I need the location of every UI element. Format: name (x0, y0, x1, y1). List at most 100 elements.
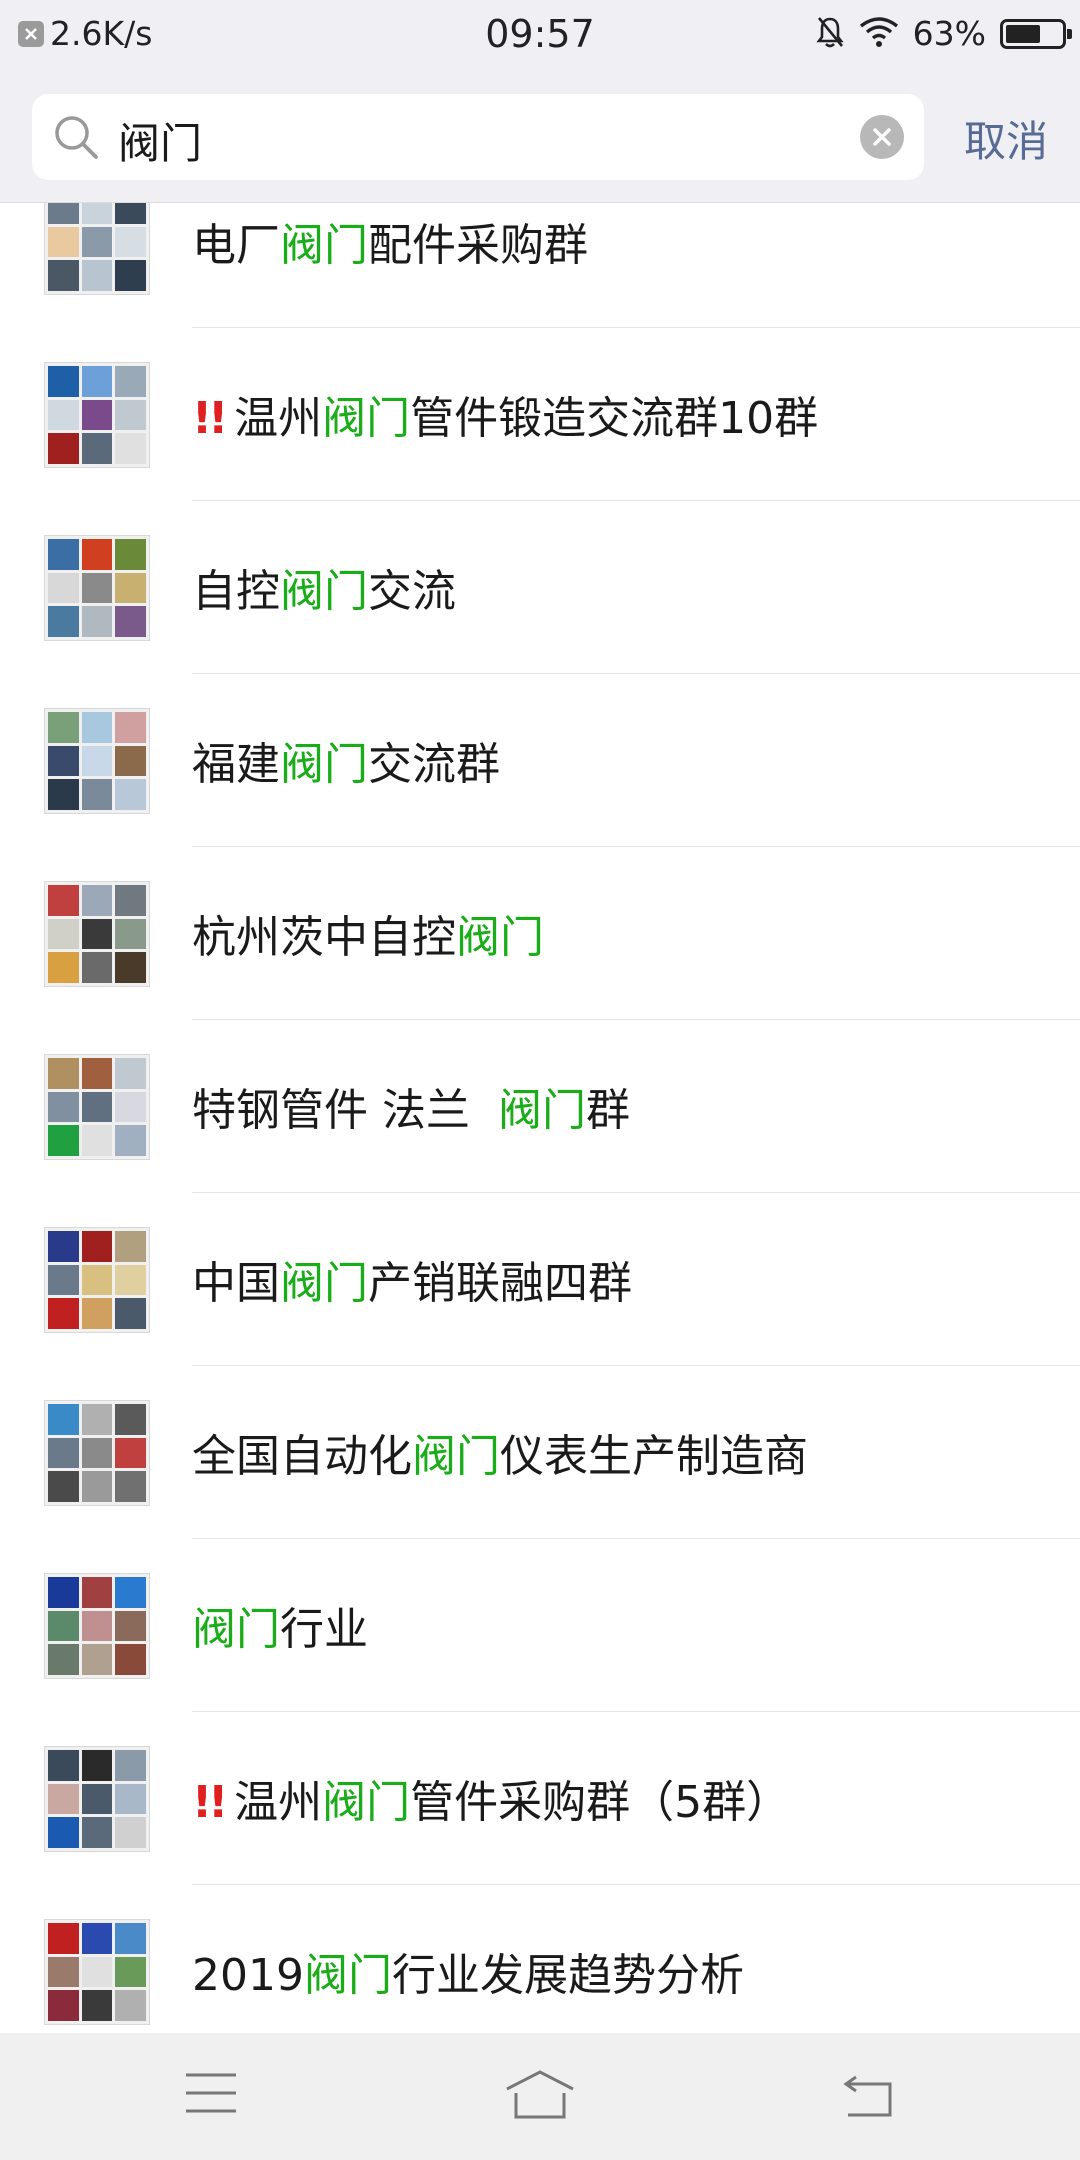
search-input[interactable]: 阀门 (32, 94, 924, 180)
result-title: 2019阀门行业发展趋势分析 (192, 1939, 744, 2003)
avatar-tile (115, 952, 146, 983)
home-icon[interactable] (504, 2069, 576, 2125)
group-avatar (44, 362, 150, 468)
battery-icon (1000, 18, 1072, 49)
avatar-tile (48, 606, 79, 637)
avatar-tile (48, 952, 79, 983)
title-text: 特钢管件 法兰 (192, 1085, 498, 1136)
title-text: 温州 (234, 393, 323, 444)
result-item[interactable]: 电厂阀门配件采购群 (0, 203, 1080, 328)
avatar-tile (115, 399, 146, 431)
avatar-tile (81, 1231, 113, 1262)
cancel-button[interactable]: 取消 (964, 108, 1048, 169)
back-icon[interactable] (842, 2069, 894, 2123)
title-text: 行业发展趋势分析 (391, 1950, 744, 2001)
avatar-tile (115, 226, 146, 258)
result-item[interactable]: !! 温州阀门管件采购群（5群） (0, 1712, 1080, 1885)
avatar-tile (48, 203, 79, 224)
title-text: 杭州茨中自控 (192, 912, 456, 963)
highlighted-keyword: 阀门 (497, 1085, 586, 1136)
avatar-tile (48, 226, 79, 258)
result-title: 福建阀门交流群 (192, 728, 500, 792)
result-item[interactable]: 福建阀门交流群 (0, 674, 1080, 847)
avatar-tile (81, 260, 113, 291)
avatar-tile (48, 539, 79, 570)
avatar-tile (81, 539, 113, 570)
group-avatar (44, 1054, 150, 1160)
avatar-tile (115, 1231, 146, 1262)
avatar-tile (115, 1437, 146, 1469)
result-item[interactable]: 2019阀门行业发展趋势分析 (0, 1885, 1080, 2033)
clear-icon[interactable] (860, 115, 904, 159)
highlighted-keyword: 阀门 (456, 912, 544, 963)
result-title: 全国自动化阀门仪表生产制造商 (192, 1420, 808, 1484)
highlighted-keyword: 阀门 (303, 1950, 392, 2001)
result-title: 阀门行业 (192, 1593, 368, 1657)
avatar-tile (115, 539, 146, 570)
avatar-tile (81, 1817, 113, 1848)
avatar-tile (48, 572, 79, 604)
title-text: 仪表生产制造商 (500, 1431, 808, 1482)
title-text: 自控 (192, 566, 280, 617)
avatar-tile (48, 1923, 79, 1954)
result-title: 电厂阀门配件采购群 (192, 209, 588, 273)
group-avatar (44, 1919, 150, 2025)
result-item[interactable]: 杭州茨中自控阀门 (0, 847, 1080, 1020)
results-list: 电厂阀门配件采购群 !! 温州阀门管件锻造交流群10群自控阀门交流 福建阀门交流群杭州… (0, 203, 1080, 2033)
avatar-tile (115, 1058, 146, 1089)
highlighted-keyword: 阀门 (280, 1258, 368, 1309)
group-avatar (44, 708, 150, 814)
result-item[interactable]: !! 温州阀门管件锻造交流群10群 (0, 328, 1080, 501)
group-avatar (44, 1400, 150, 1506)
title-text: 产销联融四群 (368, 1258, 632, 1309)
title-text: 行业 (280, 1604, 368, 1655)
avatar-tile (48, 1990, 79, 2021)
avatar-tile (48, 1231, 79, 1262)
result-item[interactable]: 特钢管件 法兰 阀门群 (0, 1020, 1080, 1193)
avatar-tile (81, 1091, 113, 1123)
avatar-tile (115, 1956, 146, 1988)
title-text: 管件采购群（5群） (410, 1777, 791, 1828)
avatar-tile (115, 1264, 146, 1296)
status-bar: 2.6K/s 09:57 63% (0, 0, 1080, 72)
highlighted-keyword: 阀门 (412, 1431, 500, 1482)
avatar-tile (115, 260, 146, 291)
result-title: 自控阀门交流 (192, 555, 456, 619)
bell-off-icon (815, 15, 845, 53)
avatar-tile (48, 1471, 79, 1502)
menu-icon[interactable] (184, 2069, 238, 2121)
result-item[interactable]: 自控阀门交流 (0, 501, 1080, 674)
avatar-tile (48, 1091, 79, 1123)
avatar-tile (115, 1783, 146, 1815)
avatar-tile (81, 745, 113, 777)
avatar-tile (115, 1990, 146, 2021)
highlighted-keyword: 阀门 (192, 1604, 280, 1655)
avatar-tile (81, 1577, 113, 1608)
avatar-tile (115, 1610, 146, 1642)
result-title: 特钢管件 法兰 阀门群 (192, 1074, 630, 1138)
group-avatar (44, 1227, 150, 1333)
group-avatar (44, 1573, 150, 1679)
avatar-tile (115, 1644, 146, 1675)
title-text: 福建 (192, 739, 280, 790)
avatar-tile (81, 226, 113, 258)
battery-percent: 63% (912, 14, 986, 53)
avatar-tile (48, 1610, 79, 1642)
double-exclamation-icon: !! (192, 1777, 228, 1828)
avatar-tile (48, 1644, 79, 1675)
avatar-tile (81, 1264, 113, 1296)
avatar-tile (48, 1956, 79, 1988)
group-avatar (44, 1746, 150, 1852)
result-item[interactable]: 阀门行业 (0, 1539, 1080, 1712)
avatar-tile (48, 399, 79, 431)
avatar-tile (81, 918, 113, 950)
avatar-tile (48, 1058, 79, 1089)
result-item[interactable]: 中国阀门产销联融四群 (0, 1193, 1080, 1366)
title-text: 配件采购群 (368, 220, 588, 271)
avatar-tile (115, 606, 146, 637)
avatar-tile (81, 1923, 113, 1954)
result-item[interactable]: 全国自动化阀门仪表生产制造商 (0, 1366, 1080, 1539)
avatar-tile (81, 366, 113, 397)
highlighted-keyword: 阀门 (322, 393, 411, 444)
wifi-icon (859, 16, 899, 52)
